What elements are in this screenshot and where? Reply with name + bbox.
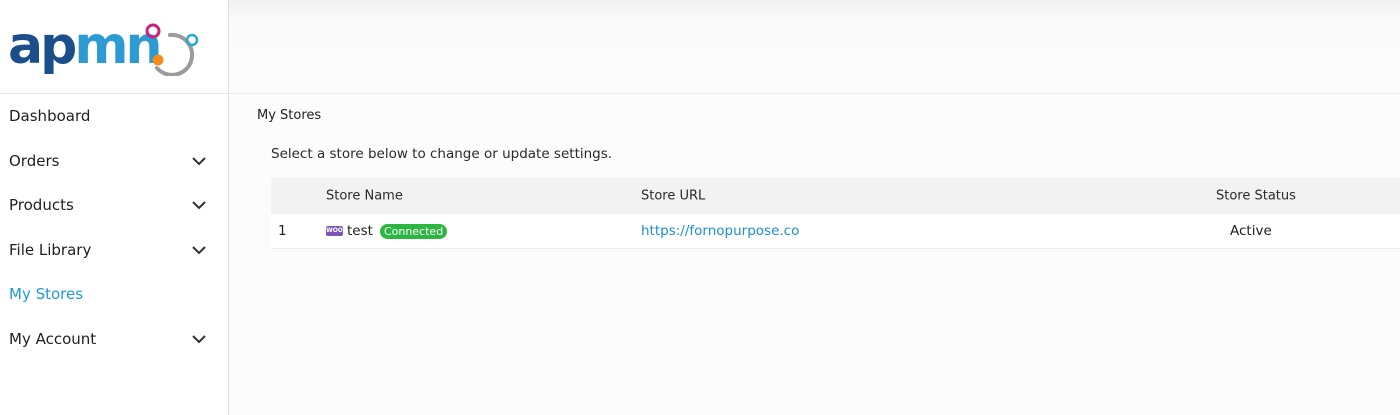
brand-logo[interactable]: apmn	[8, 16, 163, 76]
row-index: 1	[278, 223, 287, 239]
table-header: Store Name Store URL Store Status	[271, 178, 1400, 214]
store-name[interactable]: test	[347, 223, 373, 239]
sidebar: apmn Dashboard Orders Products File Libr…	[0, 0, 229, 415]
chevron-down-icon	[192, 201, 206, 210]
sidebar-item-dashboard[interactable]: Dashboard	[0, 94, 228, 139]
header-store-url[interactable]: Store URL	[641, 189, 705, 204]
sidebar-item-my-stores[interactable]: My Stores	[0, 272, 228, 317]
sidebar-item-orders[interactable]: Orders	[0, 139, 228, 184]
woocommerce-icon: WOO	[326, 226, 343, 236]
stores-table: Store Name Store URL Store Status 1 WOO t…	[271, 178, 1400, 249]
sidebar-item-label: Dashboard	[9, 107, 91, 126]
sidebar-item-label: Orders	[9, 151, 60, 170]
sidebar-item-label: File Library	[9, 240, 92, 259]
store-status: Active	[1230, 223, 1272, 239]
page-hint: Select a store below to change or update…	[271, 146, 613, 162]
logo-ring-graphic	[145, 23, 199, 76]
header-store-name[interactable]: Store Name	[326, 189, 403, 204]
sidebar-item-label: Products	[9, 196, 74, 215]
sidebar-nav: Dashboard Orders Products File Library M…	[0, 94, 228, 361]
table-row[interactable]: 1 WOO test Connected https://fornopurpose.…	[271, 214, 1400, 249]
sidebar-item-label: My Account	[9, 329, 97, 348]
top-bar	[229, 0, 1400, 94]
logo-ap-text: ap	[8, 16, 77, 76]
header-store-status[interactable]: Store Status	[1216, 189, 1296, 204]
chevron-down-icon	[192, 246, 206, 255]
store-name-cell: WOO test Connected	[326, 223, 448, 239]
status-badge: Connected	[379, 223, 448, 239]
sidebar-item-label: My Stores	[9, 285, 84, 304]
chevron-down-icon	[192, 157, 206, 166]
logo-area: apmn	[0, 0, 228, 94]
sidebar-item-file-library[interactable]: File Library	[0, 228, 228, 273]
chevron-down-icon	[192, 335, 206, 344]
sidebar-item-products[interactable]: Products	[0, 183, 228, 228]
sidebar-item-my-account[interactable]: My Account	[0, 317, 228, 362]
store-url-link[interactable]: https://fornopurpose.co	[641, 223, 799, 239]
page-title: My Stores	[257, 108, 322, 123]
main-content: My Stores Select a store below to change…	[229, 94, 1400, 415]
